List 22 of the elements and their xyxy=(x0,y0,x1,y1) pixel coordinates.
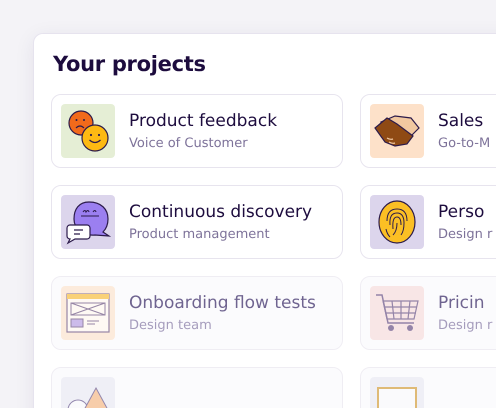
project-card[interactable]: Pricin Design r xyxy=(360,276,496,350)
project-card[interactable]: Product feedback Voice of Customer xyxy=(51,94,343,168)
project-card[interactable]: Continuous discovery Product management xyxy=(51,185,343,259)
project-title: Perso xyxy=(438,202,486,222)
project-card[interactable]: Onboarding flow tests Design team xyxy=(51,276,343,350)
project-title: Product feedback xyxy=(129,111,278,131)
project-card[interactable]: Perso Design r xyxy=(360,185,496,259)
project-team: Design r xyxy=(438,227,492,242)
project-title: Onboarding flow tests xyxy=(129,293,316,313)
shopping-cart-icon xyxy=(374,292,420,334)
project-team: Design r xyxy=(438,318,492,333)
project-team: Voice of Customer xyxy=(129,136,249,151)
fingerprint-icon xyxy=(377,199,417,245)
project-title: Pricin xyxy=(438,293,486,313)
project-card[interactable]: Sales Go-to-M xyxy=(360,94,496,168)
section-heading: Your projects xyxy=(53,52,207,76)
project-team: Product management xyxy=(129,227,271,242)
project-title: Sales xyxy=(438,111,484,131)
project-team: Design team xyxy=(129,318,213,333)
wireframe-icon xyxy=(66,293,110,333)
project-team: Go-to-M xyxy=(438,136,490,151)
project-title: Continuous discovery xyxy=(129,202,312,222)
